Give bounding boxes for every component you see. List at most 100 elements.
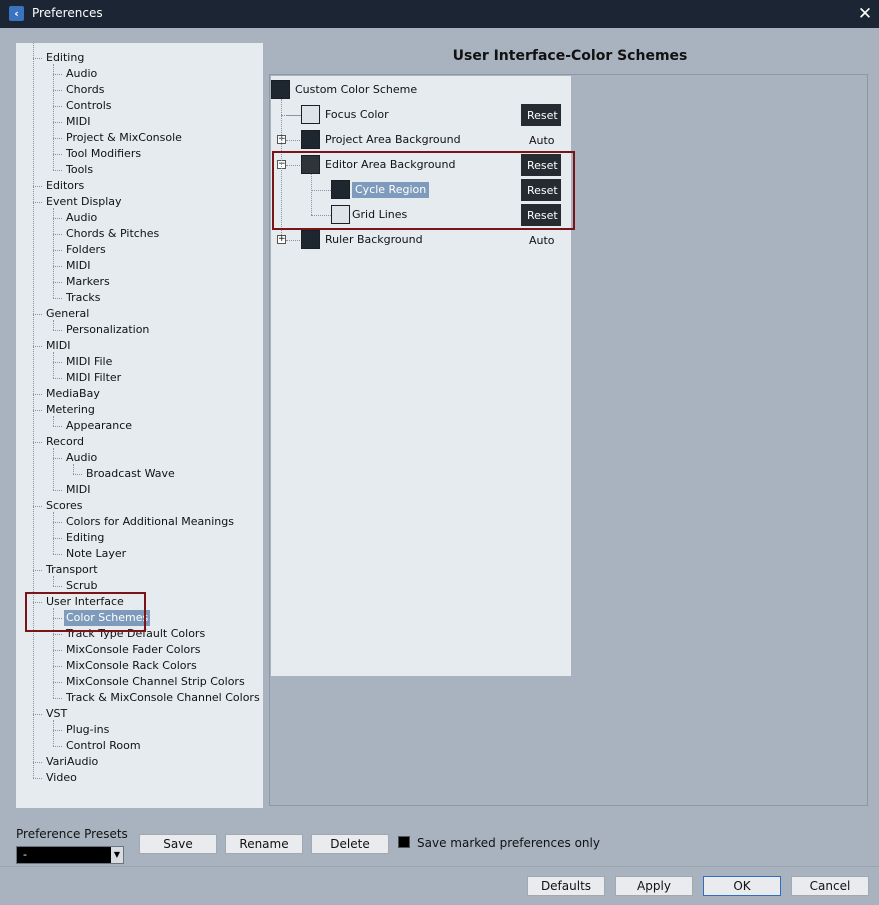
defaults-button[interactable]: Defaults xyxy=(527,876,605,896)
nav-item[interactable]: Markers xyxy=(64,274,112,290)
nav-item[interactable]: VariAudio xyxy=(44,754,100,770)
nav-item[interactable]: Track Type Default Colors xyxy=(64,626,207,642)
save-button[interactable]: Save xyxy=(139,834,217,854)
nav-item[interactable]: MIDI xyxy=(44,338,72,354)
tree-connector xyxy=(53,154,62,155)
nav-item[interactable]: Color Schemes xyxy=(64,610,151,626)
tree-connector xyxy=(33,570,42,571)
nav-item[interactable]: Metering xyxy=(44,402,97,418)
color-swatch[interactable] xyxy=(301,105,320,124)
nav-item[interactable]: Chords xyxy=(64,82,106,98)
tree-connector xyxy=(53,74,62,75)
nav-item[interactable]: Project & MixConsole xyxy=(64,130,184,146)
tree-connector xyxy=(33,602,42,603)
tree-connector xyxy=(286,165,300,166)
color-swatch[interactable] xyxy=(301,230,320,249)
delete-button[interactable]: Delete xyxy=(311,834,389,854)
cancel-button[interactable]: Cancel xyxy=(791,876,869,896)
nav-item[interactable]: MIDI Filter xyxy=(64,370,123,386)
nav-item[interactable]: MixConsole Channel Strip Colors xyxy=(64,674,247,690)
reset-button[interactable]: Reset xyxy=(521,204,561,226)
preference-presets-label: Preference Presets xyxy=(16,827,128,841)
nav-item[interactable]: Track & MixConsole Channel Colors xyxy=(64,690,262,706)
color-swatch[interactable] xyxy=(301,130,320,149)
preset-value: - xyxy=(23,848,27,861)
tree-connector xyxy=(311,174,312,215)
tree-connector xyxy=(53,234,62,235)
nav-item[interactable]: Audio xyxy=(64,450,99,466)
nav-item[interactable]: Audio xyxy=(64,66,99,82)
save-marked-checkbox[interactable] xyxy=(398,836,410,848)
nav-item[interactable]: Tools xyxy=(64,162,95,178)
tree-connector xyxy=(53,608,54,698)
nav-item[interactable]: Controls xyxy=(64,98,114,114)
ok-button[interactable]: OK xyxy=(703,876,781,896)
nav-item[interactable]: Editing xyxy=(44,50,86,66)
nav-item[interactable]: General xyxy=(44,306,91,322)
color-swatch[interactable] xyxy=(331,205,350,224)
tree-connector xyxy=(53,618,62,619)
reset-button[interactable]: Reset xyxy=(521,154,561,176)
tree-connector xyxy=(33,762,42,763)
nav-item[interactable]: MIDI File xyxy=(64,354,114,370)
color-item-label[interactable]: Focus Color xyxy=(325,107,389,123)
color-item-label[interactable]: Editor Area Background xyxy=(325,157,456,173)
nav-item[interactable]: MIDI xyxy=(64,258,92,274)
nav-item[interactable]: Colors for Additional Meanings xyxy=(64,514,236,530)
nav-item[interactable]: Event Display xyxy=(44,194,124,210)
nav-item[interactable]: Folders xyxy=(64,242,108,258)
nav-item[interactable]: Editors xyxy=(44,178,86,194)
tree-connector xyxy=(53,458,62,459)
nav-item[interactable]: Broadcast Wave xyxy=(84,466,177,482)
rename-button[interactable]: Rename xyxy=(225,834,303,854)
nav-item[interactable]: Tracks xyxy=(64,290,103,306)
tree-connector xyxy=(53,746,62,747)
tree-connector xyxy=(53,298,62,299)
nav-item[interactable]: Audio xyxy=(64,210,99,226)
color-item-label[interactable]: Grid Lines xyxy=(352,207,407,223)
nav-item[interactable]: Plug-ins xyxy=(64,722,111,738)
nav-item[interactable]: VST xyxy=(44,706,69,722)
nav-item[interactable]: Record xyxy=(44,434,86,450)
tree-connector xyxy=(53,362,62,363)
chevron-down-icon[interactable]: ▼ xyxy=(111,847,123,863)
color-swatch[interactable] xyxy=(271,80,290,99)
nav-item[interactable]: Editing xyxy=(64,530,106,546)
tree-connector xyxy=(53,586,62,587)
nav-item[interactable]: MixConsole Rack Colors xyxy=(64,658,199,674)
preset-dropdown[interactable]: - ▼ xyxy=(16,846,124,864)
close-icon[interactable]: ✕ xyxy=(851,0,879,28)
nav-item[interactable]: MixConsole Fader Colors xyxy=(64,642,203,658)
tree-connector xyxy=(33,58,42,59)
nav-item[interactable]: MIDI xyxy=(64,114,92,130)
nav-item[interactable]: Tool Modifiers xyxy=(64,146,143,162)
color-item-label[interactable]: Project Area Background xyxy=(325,132,461,148)
nav-item[interactable]: MediaBay xyxy=(44,386,102,402)
nav-item[interactable]: Scrub xyxy=(64,578,100,594)
color-item-label[interactable]: Custom Color Scheme xyxy=(295,82,417,98)
nav-item[interactable]: Scores xyxy=(44,498,85,514)
nav-item[interactable]: User Interface xyxy=(44,594,126,610)
nav-item[interactable]: MIDI xyxy=(64,482,92,498)
color-swatch[interactable] xyxy=(301,155,320,174)
color-swatch[interactable] xyxy=(331,180,350,199)
tree-connector xyxy=(33,506,42,507)
color-item-label[interactable]: Cycle Region xyxy=(352,182,430,198)
tree-connector xyxy=(33,202,42,203)
nav-item[interactable]: Appearance xyxy=(64,418,134,434)
tree-connector xyxy=(286,140,300,141)
nav-item[interactable]: Personalization xyxy=(64,322,151,338)
nav-item[interactable]: Note Layer xyxy=(64,546,128,562)
reset-button[interactable]: Reset xyxy=(521,104,561,126)
expand-icon[interactable]: + xyxy=(277,235,286,244)
apply-button[interactable]: Apply xyxy=(615,876,693,896)
color-item-label[interactable]: Ruler Background xyxy=(325,232,423,248)
tree-connector xyxy=(33,186,42,187)
tree-connector xyxy=(53,448,54,490)
tree-connector xyxy=(53,634,62,635)
reset-button[interactable]: Reset xyxy=(521,179,561,201)
tree-connector xyxy=(53,218,62,219)
nav-item[interactable]: Control Room xyxy=(64,738,143,754)
nav-item[interactable]: Video xyxy=(44,770,79,786)
nav-item[interactable]: Chords & Pitches xyxy=(64,226,161,242)
